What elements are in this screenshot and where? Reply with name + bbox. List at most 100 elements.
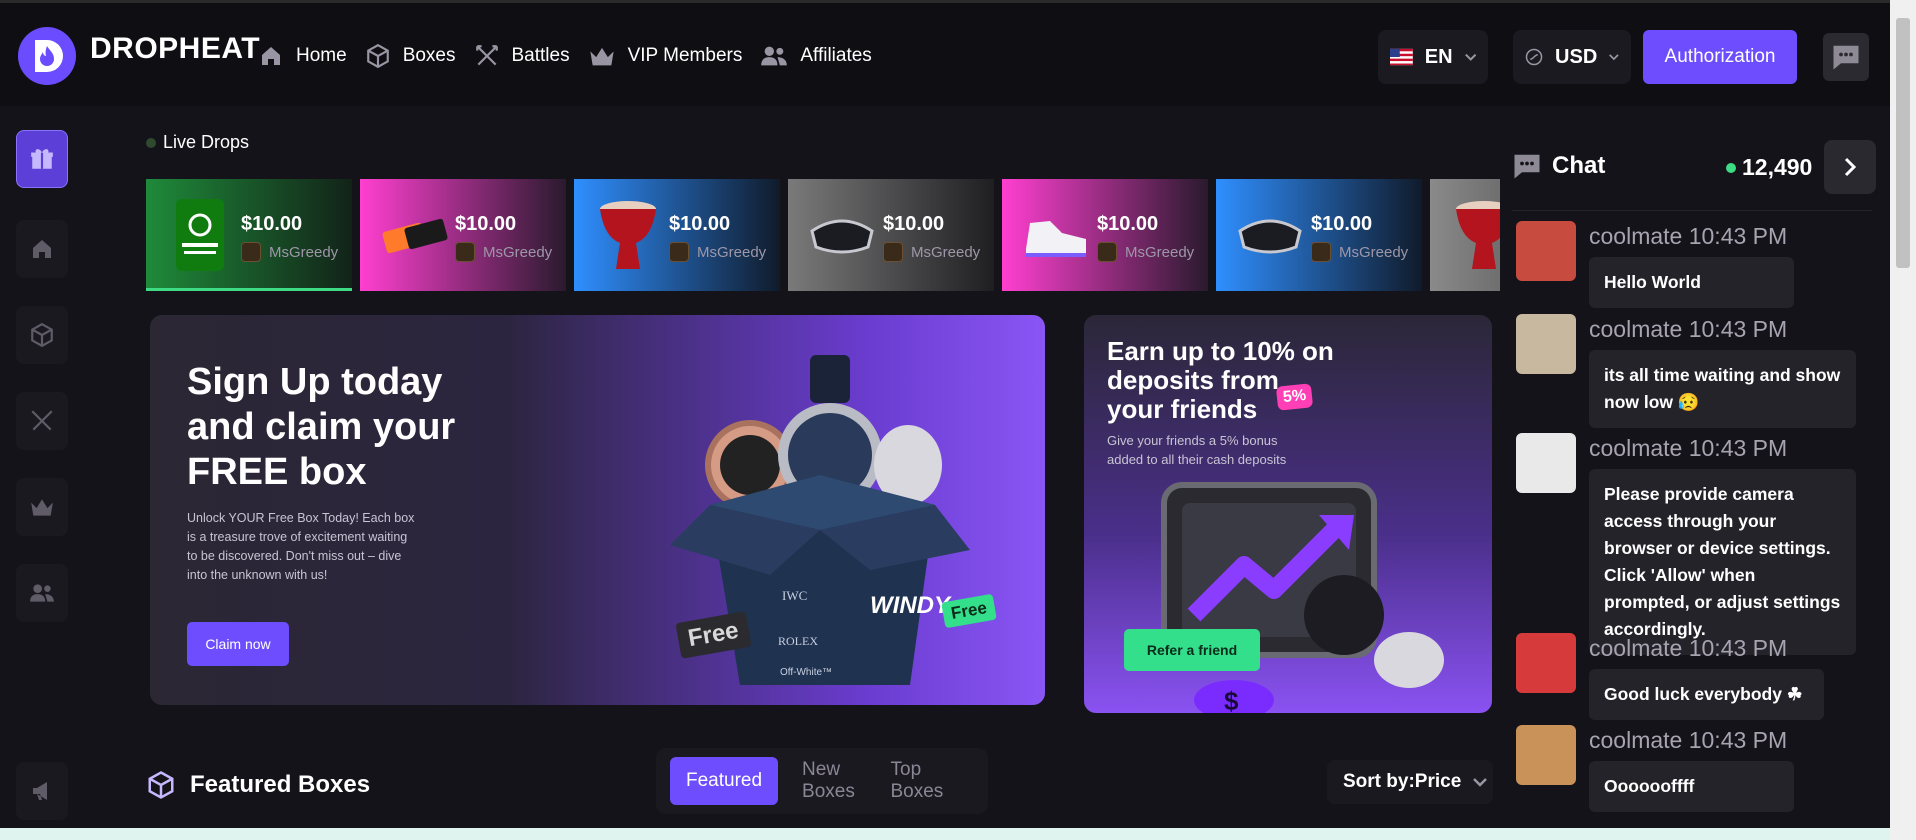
chat-timestamp: 10:43 PM (1688, 316, 1788, 342)
currency-select[interactable]: USD (1513, 30, 1631, 84)
featured-tabs: Featured New Boxes Top Boxes (656, 748, 988, 814)
sidebar-item-battles[interactable] (16, 392, 68, 450)
users-icon (761, 46, 788, 66)
box-icon (31, 322, 53, 348)
chat-message-text: its all time waiting and show now low 😥 (1589, 350, 1856, 428)
live-drop-card[interactable]: $10.00 MsGreedy (146, 179, 352, 291)
sidebar-item-rewards[interactable] (16, 130, 68, 188)
drop-price: $10.00 (669, 213, 731, 235)
chat-message-meta: coolmate 10:43 PM (1589, 635, 1787, 662)
drop-price: $10.00 (1097, 213, 1159, 235)
bonus-badge: 5% (1275, 383, 1314, 411)
home-icon (33, 240, 51, 258)
chat-message-meta: coolmate 10:43 PM (1589, 435, 1787, 462)
refer-friend-button[interactable]: Refer a friend (1124, 629, 1260, 671)
affiliate-body: Give your friends a 5% bonus added to al… (1107, 433, 1287, 467)
vr-headset-icon (1236, 197, 1304, 273)
nav-home[interactable]: Home (258, 44, 347, 68)
signup-body: Unlock YOUR Free Box Today! Each box is … (187, 511, 415, 582)
online-count-value: 12,490 (1742, 154, 1813, 180)
chat-collapse-button[interactable] (1824, 140, 1876, 194)
main-nav: Home Boxes Battles VIP Members Affiliate… (258, 43, 890, 69)
avatar[interactable] (1516, 314, 1576, 374)
chat-username[interactable]: coolmate (1589, 316, 1682, 342)
drop-user: MsGreedy (1311, 242, 1408, 262)
user-avatar (883, 242, 903, 262)
sidebar-item-affiliates[interactable] (16, 564, 68, 622)
featured-boxes-header: Featured Boxes (146, 770, 370, 800)
page-scrollbar[interactable] (1890, 0, 1916, 840)
chevron-right-icon (1844, 157, 1857, 177)
nav-affiliates[interactable]: Affiliates (760, 44, 872, 68)
box-icon (366, 43, 389, 69)
drum-icon (1450, 197, 1500, 273)
signup-banner: Sign Up today and claim your FREE box Un… (150, 315, 1045, 705)
sort-dropdown[interactable]: Sort by:Price (1327, 760, 1493, 804)
authorization-button[interactable]: Authorization (1643, 30, 1797, 84)
sidebar-item-vip[interactable] (16, 478, 68, 536)
affiliate-headline: Earn up to 10% on deposits from your fri… (1107, 336, 1334, 424)
nav-boxes[interactable]: Boxes (365, 43, 456, 69)
chat-icon (1833, 45, 1859, 70)
signup-headline: Sign Up today and claim your FREE box (187, 361, 456, 493)
live-drop-card[interactable]: $10.00 MsGreedy (788, 179, 994, 291)
nav-affiliates-label: Affiliates (800, 45, 872, 66)
live-drop-card[interactable] (1430, 179, 1500, 291)
box-brand-rolex: ROLEX (778, 634, 818, 648)
swords-icon (475, 45, 498, 66)
claim-now-button[interactable]: Claim now (187, 622, 289, 666)
tab-featured[interactable]: Featured (670, 757, 779, 805)
avatar[interactable] (1516, 725, 1576, 785)
chat-timestamp: 10:43 PM (1688, 635, 1788, 661)
chat-username[interactable]: coolmate (1589, 435, 1682, 461)
xbox-game-pass-icon (166, 197, 234, 273)
sidebar-item-boxes[interactable] (16, 306, 68, 364)
chat-timestamp: 10:43 PM (1688, 435, 1788, 461)
chat-username[interactable]: coolmate (1589, 223, 1682, 249)
chat-username[interactable]: coolmate (1589, 635, 1682, 661)
drop-username: MsGreedy (911, 243, 981, 261)
avatar[interactable] (1516, 221, 1576, 281)
nav-battles[interactable]: Battles (474, 43, 570, 69)
chat-timestamp: 10:43 PM (1688, 727, 1788, 753)
page: DROPHEAT Home Boxes Battles VIP Members … (0, 0, 1916, 840)
scrollbar-thumb[interactable] (1896, 18, 1910, 268)
chat-toggle-button[interactable] (1823, 33, 1869, 81)
nav-vip[interactable]: VIP Members (588, 44, 743, 68)
drop-username: MsGreedy (1125, 243, 1195, 261)
box-brand-iwc: IWC (782, 588, 807, 603)
chat-message-meta: coolmate 10:43 PM (1589, 316, 1787, 343)
live-drop-card[interactable]: $10.00 MsGreedy (574, 179, 780, 291)
language-value: EN (1424, 45, 1453, 68)
box-icon (148, 771, 174, 799)
sidebar-item-home[interactable] (16, 220, 68, 278)
avatar[interactable] (1516, 433, 1576, 493)
avatar[interactable] (1516, 633, 1576, 693)
tab-top-boxes[interactable]: Top Boxes (891, 759, 951, 803)
live-drop-card[interactable]: $10.00 MsGreedy (1216, 179, 1422, 291)
chat-icon (1514, 154, 1540, 179)
featured-boxes-title: Featured Boxes (190, 771, 371, 798)
chat-message-meta: coolmate 10:43 PM (1589, 223, 1787, 250)
online-indicator (1726, 162, 1736, 173)
chat-message-text: Hello World (1589, 257, 1794, 308)
user-avatar (669, 242, 689, 262)
drop-user: MsGreedy (669, 242, 766, 262)
logo[interactable]: DROPHEAT (18, 27, 260, 85)
live-drop-card[interactable]: $10.00 MsGreedy (360, 179, 566, 291)
live-drops-label: Live Drops (163, 132, 250, 152)
drop-user: MsGreedy (455, 242, 552, 262)
nav-battles-label: Battles (511, 45, 570, 66)
crown-icon (31, 499, 53, 516)
nav-vip-label: VIP Members (627, 45, 743, 66)
crown-icon (589, 47, 614, 66)
currency-icon (1525, 48, 1543, 66)
logo-icon (18, 27, 76, 85)
sidebar-item-announcements[interactable] (16, 762, 68, 820)
language-select[interactable]: EN (1378, 30, 1488, 84)
sort-label: Sort by:Price (1343, 771, 1462, 792)
tab-new-boxes[interactable]: New Boxes (802, 759, 866, 803)
chat-username[interactable]: coolmate (1589, 727, 1682, 753)
live-drops-strip: $10.00 MsGreedy $10.00 MsGreedy $10.00 MsGree… (146, 179, 1500, 291)
live-drop-card[interactable]: $10.00 MsGreedy (1002, 179, 1208, 291)
